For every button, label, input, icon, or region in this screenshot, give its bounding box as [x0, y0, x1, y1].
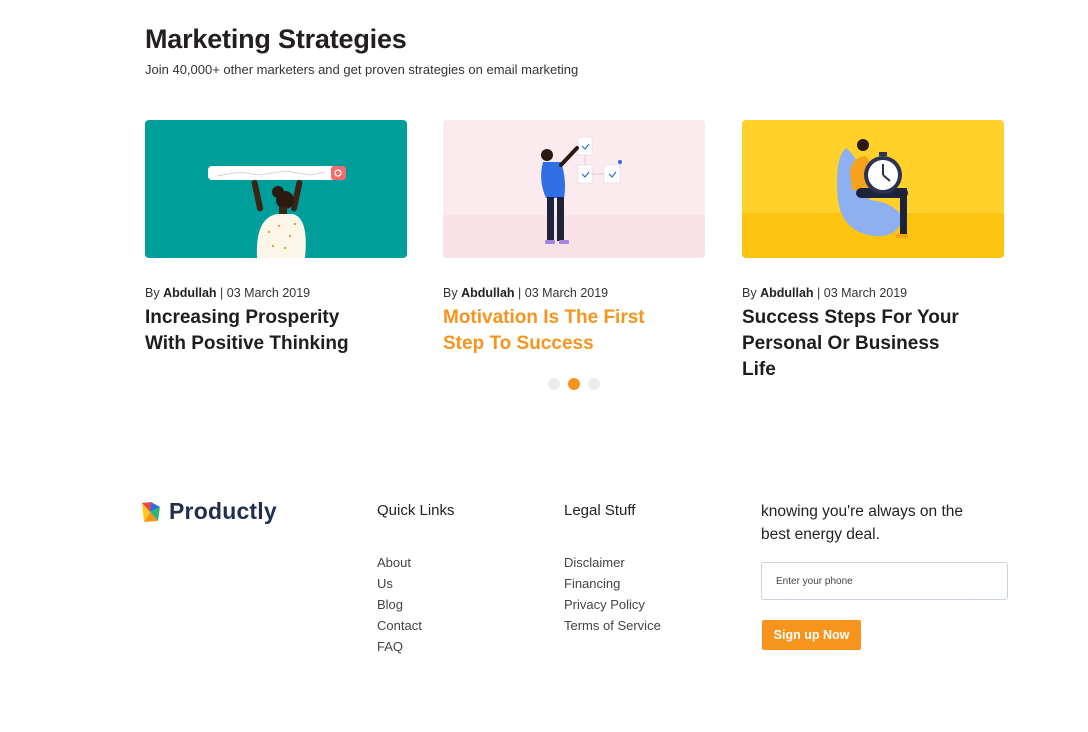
person-flowchart-illustration — [443, 136, 705, 258]
post-by: By — [742, 286, 757, 300]
footer-link-faq[interactable]: FAQ — [377, 636, 422, 657]
post-by: By — [145, 286, 160, 300]
carousel-dot-active[interactable] — [568, 378, 580, 390]
post-date: | 03 March 2019 — [817, 286, 908, 300]
post-meta: By Abdullah | 03 March 2019 — [742, 286, 1004, 300]
post-meta: By Abdullah | 03 March 2019 — [145, 286, 407, 300]
productly-logo-icon — [142, 501, 160, 522]
blog-card[interactable]: By Abdullah | 03 March 2019 Motivation I… — [443, 120, 705, 357]
section-title: Marketing Strategies — [145, 24, 407, 54]
person-holding-searchbar-illustration — [208, 166, 346, 258]
person-with-clock-illustration — [742, 139, 1004, 258]
quick-links-list: About Us Blog Contact FAQ — [377, 552, 422, 657]
post-author[interactable]: Abdullah — [461, 286, 514, 300]
post-meta: By Abdullah | 03 March 2019 — [443, 286, 705, 300]
post-title[interactable]: Increasing Prosperity With Positive Thin… — [145, 305, 365, 357]
section-subtitle: Join 40,000+ other marketers and get pro… — [145, 62, 579, 77]
post-date: | 03 March 2019 — [518, 286, 609, 300]
post-by: By — [443, 286, 458, 300]
footer-link-financing[interactable]: Financing — [564, 573, 661, 594]
footer-link-about[interactable]: About — [377, 552, 422, 573]
post-title[interactable]: Success Steps For Your Personal Or Busin… — [742, 305, 962, 383]
carousel-pagination — [548, 378, 600, 390]
newsletter-text: knowing you're always on the best energy… — [761, 503, 963, 543]
carousel-dot[interactable] — [548, 378, 560, 390]
post-author[interactable]: Abdullah — [760, 286, 813, 300]
post-title[interactable]: Motivation Is The First Step To Success — [443, 305, 663, 357]
blog-card[interactable]: By Abdullah | 03 March 2019 Success Step… — [742, 120, 1004, 383]
phone-input[interactable] — [761, 562, 1008, 600]
blog-card[interactable]: By Abdullah | 03 March 2019 Increasing P… — [145, 120, 407, 357]
legal-links-list: Disclaimer Financing Privacy Policy Term… — [564, 552, 661, 636]
post-date: | 03 March 2019 — [220, 286, 311, 300]
quick-links-heading: Quick Links — [377, 502, 455, 519]
footer-link-contact[interactable]: Contact — [377, 615, 422, 636]
blog-card-image[interactable] — [145, 120, 407, 258]
brand-logo[interactable]: Productly — [139, 498, 277, 525]
footer-link-privacy[interactable]: Privacy Policy — [564, 594, 661, 615]
blog-card-image[interactable] — [443, 120, 705, 258]
blog-card-image[interactable] — [742, 120, 1004, 258]
footer-link-disclaimer[interactable]: Disclaimer — [564, 552, 661, 573]
footer-link-us[interactable]: Us — [377, 573, 422, 594]
legal-heading: Legal Stuff — [564, 502, 636, 519]
signup-button[interactable]: Sign up Now — [762, 620, 861, 650]
footer-link-terms[interactable]: Terms of Service — [564, 615, 661, 636]
carousel-dot[interactable] — [588, 378, 600, 390]
footer-link-blog[interactable]: Blog — [377, 594, 422, 615]
post-author[interactable]: Abdullah — [163, 286, 216, 300]
brand-name: Productly — [169, 498, 277, 524]
